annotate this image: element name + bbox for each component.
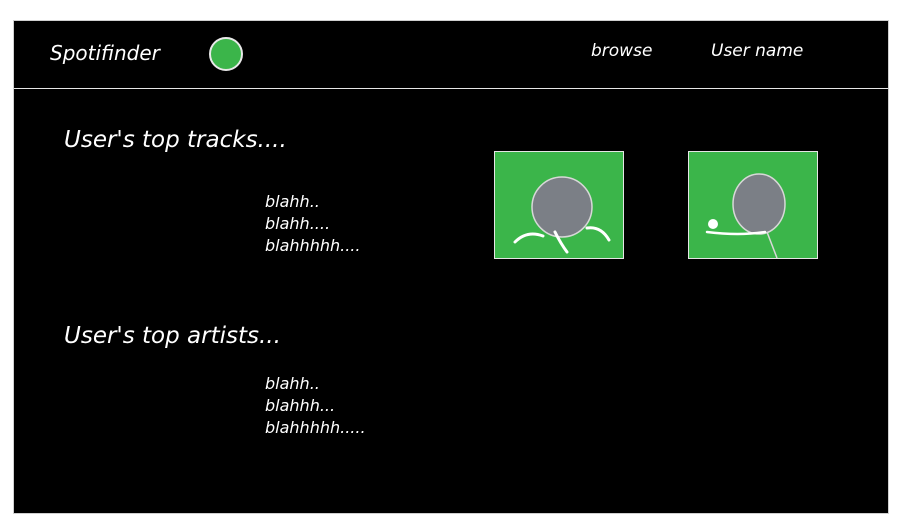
artist-list-item[interactable]: blahhh... bbox=[265, 395, 366, 417]
logo-dot-icon bbox=[209, 37, 243, 71]
top-artists-heading: User's top artists... bbox=[64, 323, 281, 349]
track-list-item[interactable]: blahh.... bbox=[265, 213, 360, 235]
nav-browse-link[interactable]: browse bbox=[591, 41, 652, 61]
top-nav-bar: Spotifinder browse User name bbox=[14, 21, 888, 89]
artist-list-item[interactable]: blahh.. bbox=[265, 373, 366, 395]
user-profile-card[interactable] bbox=[688, 151, 818, 259]
user-avatar-icon bbox=[513, 176, 611, 254]
nav-user-name-link[interactable]: User name bbox=[711, 41, 803, 61]
user-avatar-icon bbox=[705, 173, 786, 258]
top-artists-list: blahh.. blahhh... blahhhhh..... bbox=[265, 373, 366, 439]
app-window: Spotifinder browse User name User's top … bbox=[13, 20, 889, 514]
user-profile-card[interactable] bbox=[494, 151, 624, 259]
top-tracks-heading: User's top tracks.... bbox=[64, 127, 287, 153]
top-tracks-list: blahh.. blahh.... blahhhhh.... bbox=[265, 191, 360, 257]
track-list-item[interactable]: blahhhhh.... bbox=[265, 235, 360, 257]
app-title: Spotifinder bbox=[50, 41, 160, 65]
artist-list-item[interactable]: blahhhhh..... bbox=[265, 417, 366, 439]
track-list-item[interactable]: blahh.. bbox=[265, 191, 360, 213]
